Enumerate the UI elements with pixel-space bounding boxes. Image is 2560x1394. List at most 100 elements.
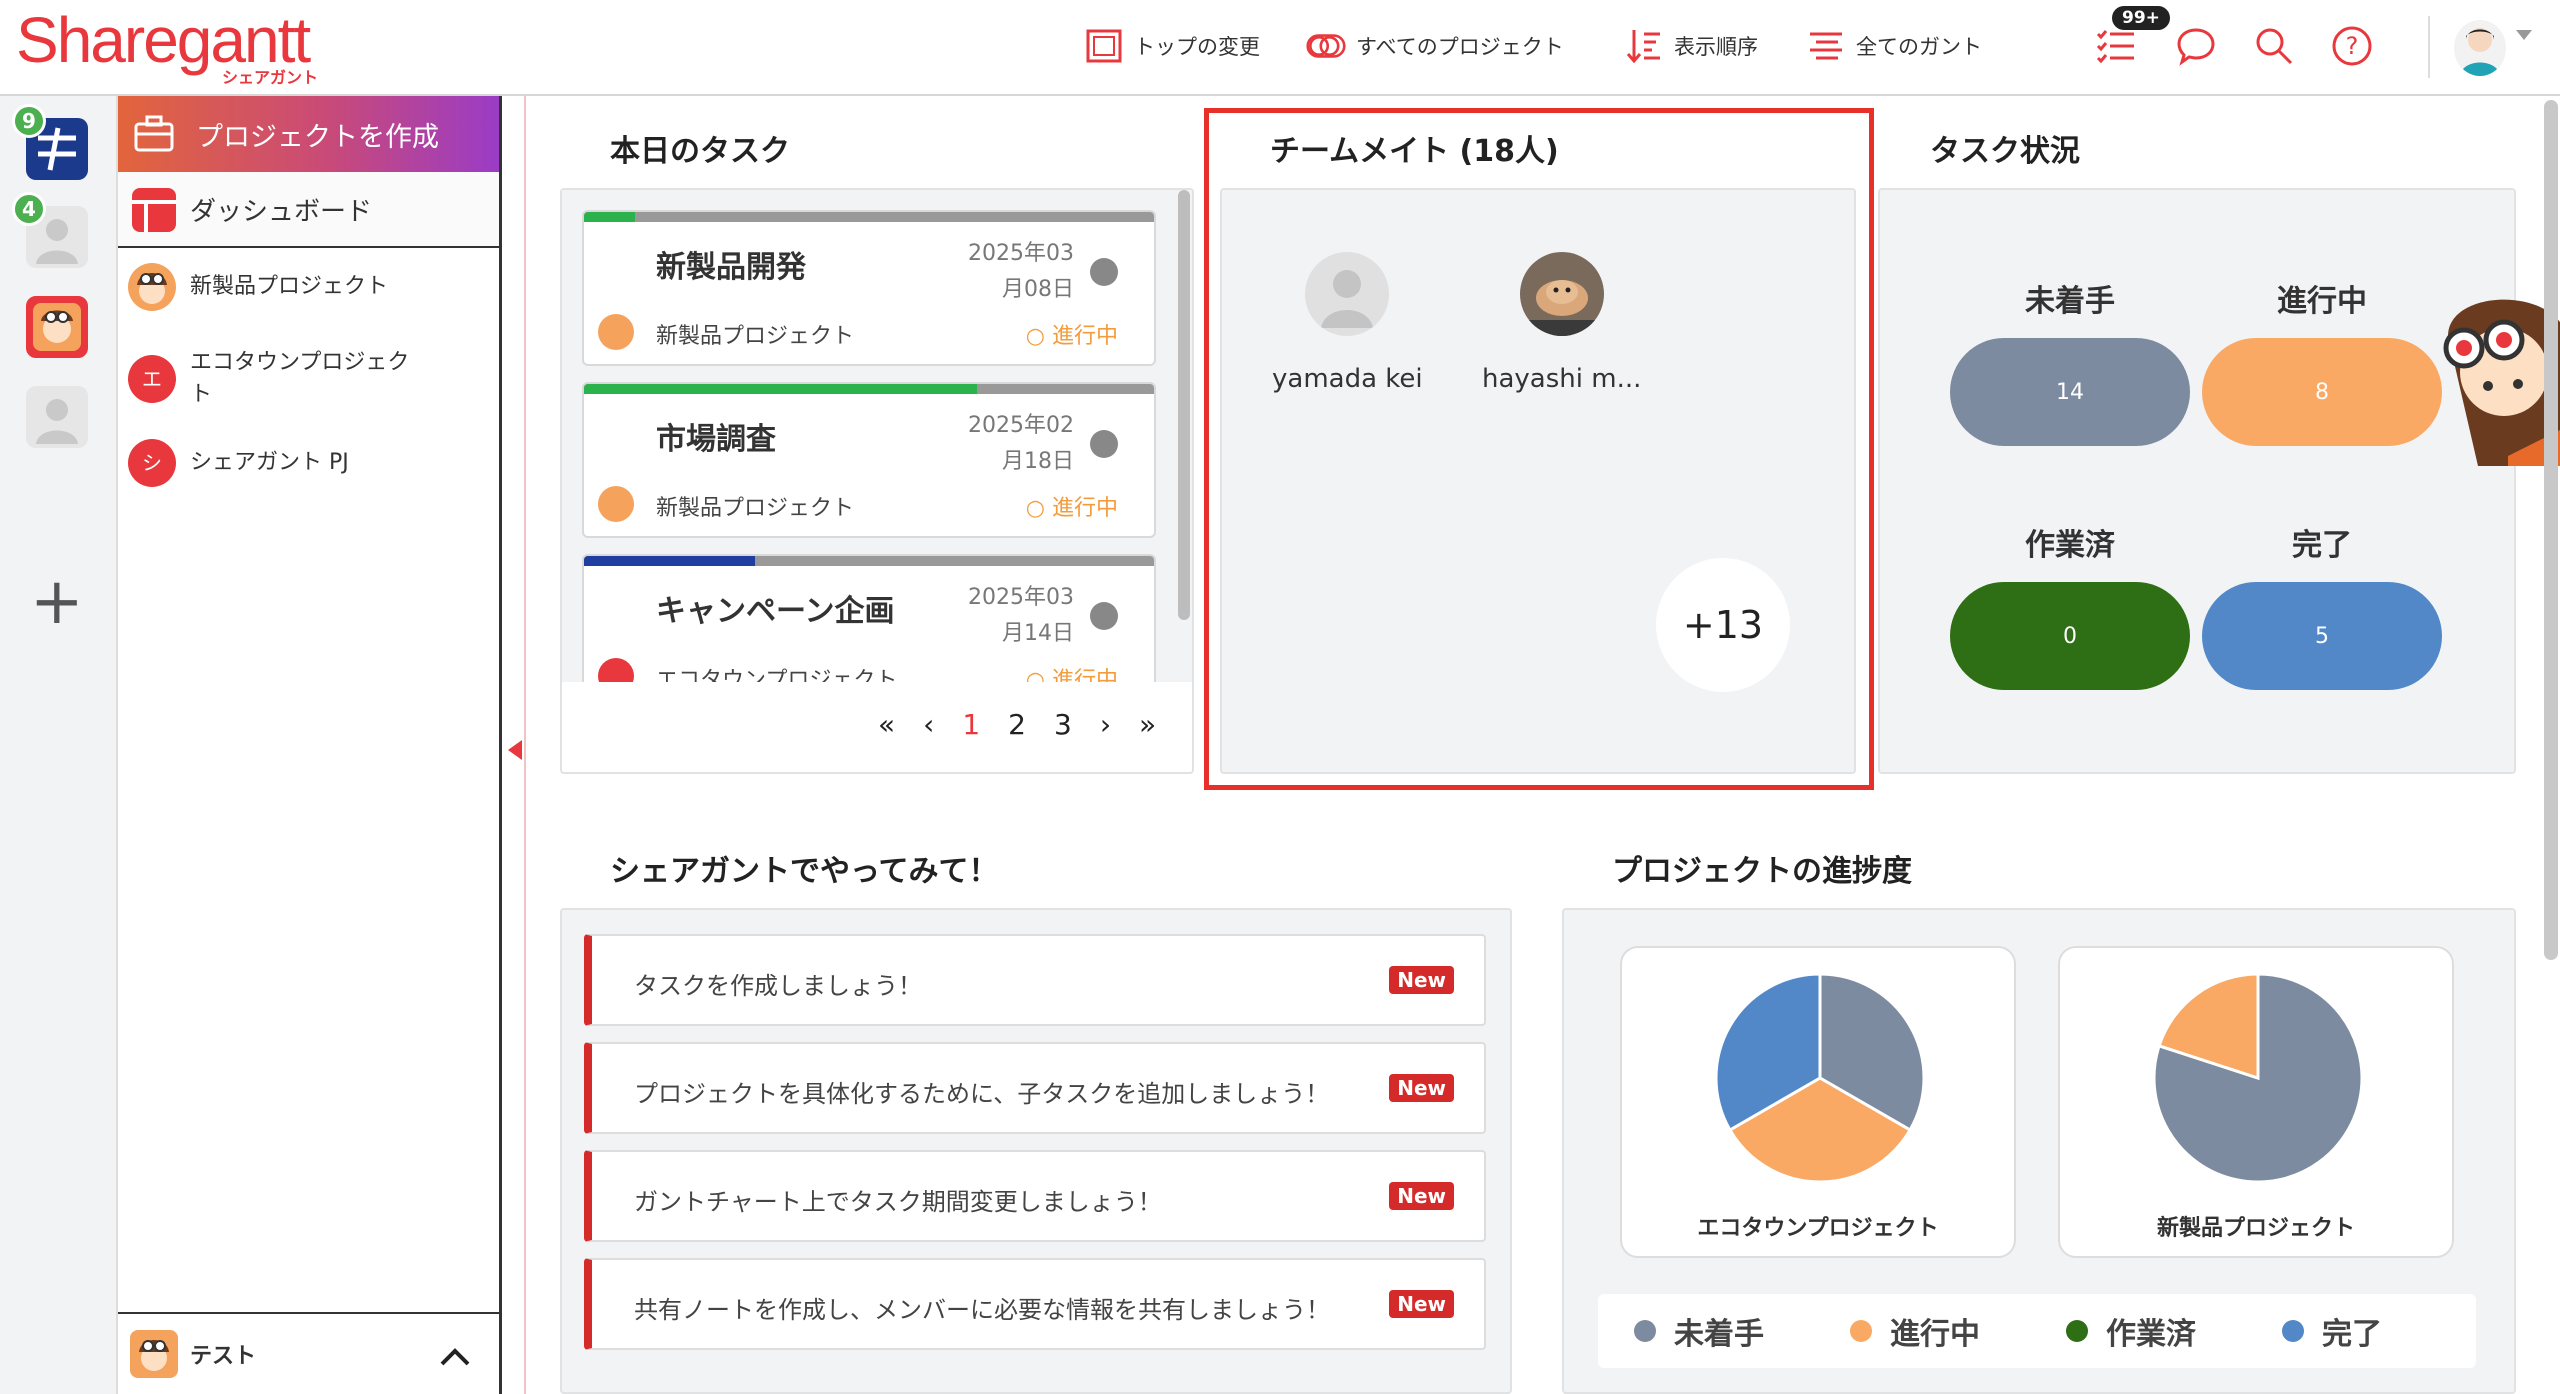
user-menu-caret-icon[interactable] (2516, 30, 2532, 40)
task-date: 2025年03 月14日 (968, 580, 1074, 652)
sidebar-item-project-label: 新製品プロジェクト (190, 274, 389, 299)
project-initial-badge (598, 658, 634, 682)
legend-dot (2282, 1320, 2304, 1342)
new-badge: New (1389, 1290, 1454, 1318)
sidebar-item-project-label: エコタウンプロジェクト (190, 350, 410, 407)
mission-text: タスクを作成しましょう！ (634, 972, 922, 1000)
project-pie-chart (2152, 972, 2364, 1184)
project-pie-card[interactable]: 新製品プロジェクト (2058, 946, 2454, 1258)
sidebar-item-dashboard[interactable]: ダッシュボード (118, 172, 499, 248)
status-not-started-pill[interactable]: 14 (1950, 338, 2190, 446)
user-placeholder-icon (36, 399, 78, 444)
chevron-up-icon[interactable] (439, 1340, 471, 1375)
header-divider (2428, 16, 2430, 78)
status-in-progress-pill[interactable]: 8 (2202, 338, 2442, 446)
mascot-character-icon (2418, 276, 2560, 466)
legend-item: 進行中 (1850, 1309, 1980, 1353)
project-initial-badge: エ (128, 355, 176, 403)
gantt-icon (1806, 26, 1846, 66)
task-status-label: 進行中 (1051, 496, 1118, 521)
project-mascot-icon (598, 314, 634, 350)
pager-next[interactable]: › (1100, 708, 1111, 748)
task-list-scrollbar[interactable] (1178, 190, 1190, 620)
legend-dot (1634, 1320, 1656, 1342)
progress-title: プロジェクトの進捗度 (1612, 854, 1912, 889)
mission-item[interactable]: ガントチャート上でタスク期間変更しましょう！ New (584, 1150, 1486, 1242)
logo-subtitle: シェアガント (222, 68, 319, 87)
nav-display-order[interactable]: 表示順序 (1624, 22, 1758, 70)
projects-icon (1306, 26, 1346, 66)
task-progress-bar (584, 556, 1154, 566)
task-card[interactable]: 市場調査 2025年02 月18日 新製品プロジェクト ○ 進行中 (582, 382, 1156, 538)
today-tasks-list: 新製品開発 2025年03 月08日 新製品プロジェクト ○ 進行中 市場調査 2… (562, 190, 1192, 682)
task-pagination: « ‹ 1 2 3 › » (878, 708, 1156, 748)
pager-first[interactable]: « (878, 708, 895, 748)
task-progress-fill (584, 212, 636, 222)
create-project-button[interactable]: プロジェクトを作成 (118, 96, 499, 172)
task-project: エコタウンプロジェクト (656, 668, 898, 682)
legend-label: 進行中 (1890, 1317, 1980, 1352)
pager-prev[interactable]: ‹ (923, 708, 934, 748)
legend-dot (2066, 1320, 2088, 1342)
new-badge: New (1389, 1182, 1454, 1210)
task-status-title: タスク状況 (1930, 134, 2080, 169)
task-status-label: 進行中 (1051, 324, 1118, 349)
chat-button[interactable] (2172, 22, 2220, 70)
task-card[interactable]: キャンペーン企画 2025年03 月14日 エコタウンプロジェクト ○ 進行中 (582, 554, 1156, 682)
legend-item: 作業済 (2066, 1309, 2196, 1353)
progress-legend: 未着手 進行中 作業済 完了 (1598, 1294, 2476, 1368)
workspace-rail: 9 4 + (0, 96, 118, 1394)
task-status-label: 進行中 (1051, 668, 1118, 682)
svg-text:?: ? (2346, 32, 2359, 60)
try-it-title: シェアガントでやってみて！ (610, 854, 999, 889)
app-logo[interactable]: Sharegantt シェアガント (16, 4, 336, 88)
task-status: ○ 進行中 (1025, 324, 1118, 349)
nav-all-projects[interactable]: すべてのプロジェクト (1306, 22, 1564, 70)
sidebar-item-project[interactable]: 新製品プロジェクト (118, 252, 499, 322)
pager-page[interactable]: 1 (962, 708, 980, 748)
nav-change-top[interactable]: トップの変更 (1084, 22, 1260, 70)
mission-item[interactable]: タスクを作成しましょう！ New (584, 934, 1486, 1026)
task-card[interactable]: 新製品開発 2025年03 月08日 新製品プロジェクト ○ 進行中 (582, 210, 1156, 366)
task-project: 新製品プロジェクト (656, 324, 855, 349)
calendar-icon (1090, 602, 1118, 630)
pager-page[interactable]: 3 (1054, 708, 1072, 748)
pager-page[interactable]: 2 (1008, 708, 1026, 748)
task-date-day: 月18日 (1002, 449, 1074, 474)
task-progress-bar (584, 384, 1154, 394)
sidebar-footer-label: テスト (190, 1344, 257, 1369)
create-project-label: プロジェクトを作成 (196, 121, 439, 153)
workspace-switch-4[interactable] (26, 386, 88, 448)
workspace-2-badge: 4 (12, 192, 46, 226)
legend-dot (1850, 1320, 1872, 1342)
page-scrollbar[interactable] (2544, 100, 2558, 960)
status-worked-pill[interactable]: 0 (1950, 582, 2190, 690)
project-pie-card[interactable]: エコタウンプロジェクト (1620, 946, 2016, 1258)
mission-item[interactable]: プロジェクトを具体化するために、子タスクを追加しましょう！ New (584, 1042, 1486, 1134)
search-button[interactable] (2250, 22, 2298, 70)
sort-icon (1624, 26, 1664, 66)
layout-icon (1084, 26, 1124, 66)
mission-item[interactable]: 共有ノートを作成し、メンバーに必要な情報を共有しましょう！ New (584, 1258, 1486, 1350)
add-workspace-plus-icon[interactable]: + (30, 570, 84, 634)
status-done-pill[interactable]: 5 (2202, 582, 2442, 690)
user-avatar[interactable] (2454, 20, 2506, 76)
help-button[interactable]: ? (2328, 22, 2376, 70)
task-date-year: 2025年03 (968, 585, 1074, 610)
top-header: Sharegantt シェアガント トップの変更 すべてのプロジェクト 表示順序… (0, 0, 2560, 96)
task-date-year: 2025年03 (968, 241, 1074, 266)
project-sidebar: プロジェクトを作成 ダッシュボード 新製品プロジェクト エ エコタウンプロジェク… (118, 96, 502, 1394)
sidebar-item-project[interactable]: シ シェアガント PJ (118, 428, 499, 498)
nav-all-gantt-label: 全てのガント (1856, 35, 1982, 59)
sidebar-item-project[interactable]: エ エコタウンプロジェクト (118, 332, 418, 426)
project-mascot-icon (598, 486, 634, 522)
nav-all-gantt[interactable]: 全てのガント (1806, 22, 1982, 70)
workspace-switch-3[interactable] (26, 296, 88, 358)
sidebar-item-dashboard-label: ダッシュボード (190, 196, 373, 227)
task-progress-bar (584, 212, 1154, 222)
task-count-badge: 99+ (2112, 6, 2170, 30)
pager-last[interactable]: » (1139, 708, 1156, 748)
legend-label: 作業済 (2106, 1317, 2196, 1352)
sidebar-footer-workspace[interactable]: テスト (118, 1312, 499, 1394)
collapse-sidebar-arrow-icon[interactable] (508, 740, 522, 760)
